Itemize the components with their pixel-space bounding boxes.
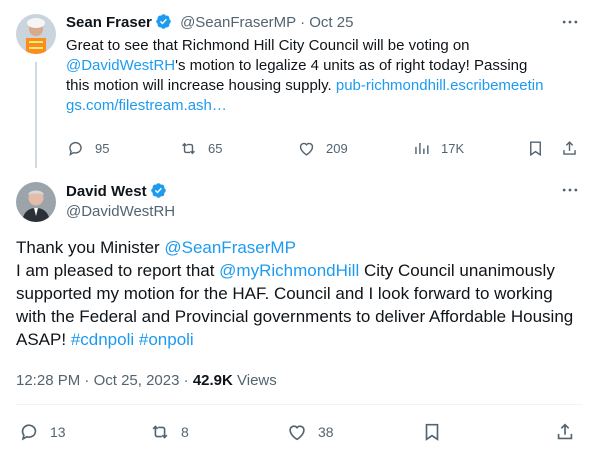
repost-icon [152,425,168,439]
share-button[interactable] [560,139,579,158]
author-handle[interactable]: @SeanFraserMP [180,14,296,31]
bookmark-button[interactable] [421,421,443,443]
bookmark-icon [530,141,541,157]
like-button[interactable]: 38 [286,421,334,443]
verified-icon [155,13,172,30]
david-west-avatar[interactable] [16,182,56,222]
tweet-meta: 12:28 PM · Oct 25, 2023 · 42.9K Views [16,372,277,389]
mention-link[interactable]: @DavidWestRH [66,57,175,74]
divider [16,404,583,405]
sean-fraser-avatar[interactable] [16,14,56,54]
separator: · [183,372,189,389]
separator: · [300,14,306,31]
more-icon[interactable] [560,12,580,32]
bookmark-button[interactable] [526,139,545,158]
author-name[interactable]: David West [66,183,147,200]
mention-link[interactable]: @myRichmondHill [219,261,359,280]
bookmark-icon [425,423,439,441]
views-button[interactable]: 17K [412,139,464,158]
like-count: 209 [326,141,348,156]
reply-count: 13 [50,424,66,440]
more-icon[interactable] [560,180,580,200]
hashtag-link[interactable]: #onpoli [139,330,194,349]
hashtag-link[interactable]: #cdnpoli [71,330,134,349]
repost-count: 65 [208,141,223,156]
like-count: 38 [318,424,334,440]
share-button[interactable] [554,421,576,443]
reply-icon [69,141,82,156]
reply-tweet-text: Great to see that Richmond Hill City Cou… [66,36,546,116]
tweet-time[interactable]: 12:28 PM [16,372,80,389]
text-part: Thank you Minister [16,238,165,257]
author-name[interactable]: Sean Fraser [66,14,152,31]
main-author-name-row: David West [66,182,167,200]
repost-icon [182,142,195,155]
views-label: Views [237,372,277,389]
like-icon [299,142,314,156]
reply-button[interactable]: 13 [18,421,66,443]
share-icon [563,141,576,155]
author-handle[interactable]: @DavidWestRH [66,203,175,220]
views-count: 17K [441,141,465,156]
separator: · [84,372,90,389]
reply-button[interactable]: 95 [66,139,109,158]
tweet-date[interactable]: Oct 25 [309,14,353,31]
mention-link[interactable]: @SeanFraserMP [164,238,296,257]
share-icon [557,423,573,440]
views-count[interactable]: 42.9K [193,372,233,389]
like-button[interactable]: 209 [297,139,348,158]
tweet-date[interactable]: Oct 25, 2023 [94,372,180,389]
views-icon [415,142,429,155]
like-icon [289,425,305,441]
repost-button[interactable]: 65 [179,139,222,158]
thread-line [35,62,37,168]
reply-icon [21,424,37,441]
repost-count: 8 [181,424,189,440]
reply-tweet-header: Sean Fraser @SeanFraserMP · Oct 25 [66,13,353,31]
verified-icon [150,182,167,199]
text-part: I am pleased to report that [16,261,220,280]
main-tweet-text: Thank you Minister @SeanFraserMP I am pl… [16,236,582,351]
text-part: Great to see that Richmond Hill City Cou… [66,37,470,54]
reply-count: 95 [95,141,110,156]
repost-button[interactable]: 8 [149,421,189,443]
